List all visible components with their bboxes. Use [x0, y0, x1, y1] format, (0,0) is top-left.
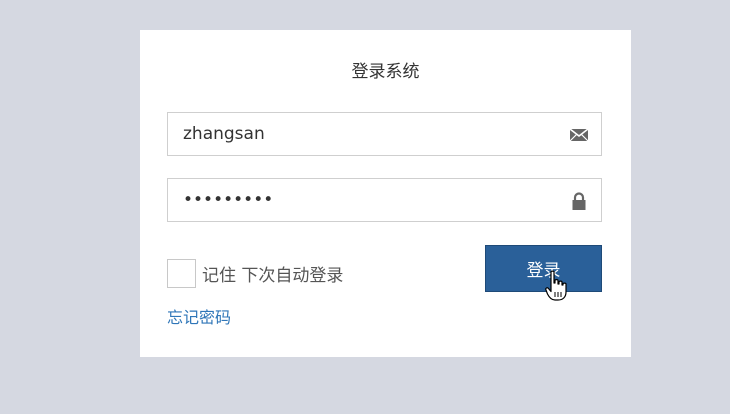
login-card: 登录系统 记住 下次自动登录 登录 忘记密码 — [140, 30, 631, 357]
forgot-password-link[interactable]: 忘记密码 — [167, 308, 231, 328]
remember-me[interactable]: 记住 下次自动登录 — [167, 258, 343, 289]
login-title: 登录系统 — [351, 62, 420, 82]
username-input[interactable] — [168, 113, 548, 155]
hand-cursor-icon — [545, 270, 567, 301]
password-field[interactable] — [167, 178, 602, 222]
envelope-icon — [569, 128, 589, 142]
username-field[interactable] — [167, 112, 602, 156]
login-button[interactable]: 登录 — [485, 245, 602, 292]
lock-icon — [572, 192, 586, 210]
remember-checkbox[interactable] — [167, 259, 196, 288]
password-input[interactable] — [168, 179, 548, 221]
remember-label: 记住 下次自动登录 — [202, 266, 344, 286]
